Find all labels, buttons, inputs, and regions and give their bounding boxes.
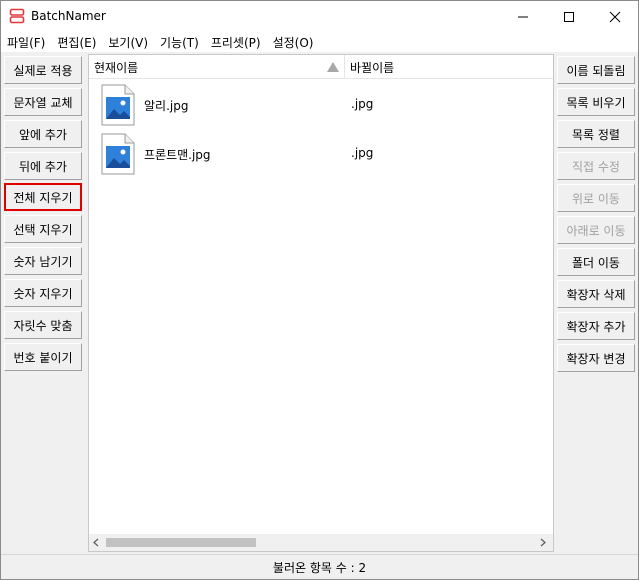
current-name-cell: 프론트맨.jpg [144,148,211,162]
list-header: 현재이름 바뀔이름 [89,55,553,79]
scroll-right-icon[interactable] [539,538,547,547]
edit-directly-button[interactable]: 직접 수정 [557,152,635,180]
replace-string-button[interactable]: 문자열 교체 [4,88,82,116]
maximize-button[interactable] [546,1,592,32]
move-folder-button[interactable]: 폴더 이동 [557,248,635,276]
list-item[interactable]: 프론트맨.jpg .jpg [89,129,553,177]
clear-selection-button[interactable]: 선택 지우기 [4,215,82,243]
add-suffix-button[interactable]: 뒤에 추가 [4,152,82,180]
horizontal-scrollbar[interactable] [89,534,553,551]
scroll-left-icon[interactable] [92,538,100,547]
title-bar[interactable]: BatchNamer [1,1,638,32]
column-new-name[interactable]: 바뀔이름 [350,59,394,76]
status-text: 불러온 항목 수 : 2 [272,560,367,575]
window-title: BatchNamer [31,9,106,23]
file-list[interactable]: 현재이름 바뀔이름 알리.jpg .jpg 프론트맨.jpg .jpg [88,54,554,552]
new-name-cell: .jpg [351,97,374,111]
image-file-icon [101,133,135,175]
menu-settings[interactable]: 설정(O) [273,34,314,51]
app-icon [9,8,25,24]
clear-list-button[interactable]: 목록 비우기 [557,88,635,116]
close-icon [609,11,621,22]
left-button-panel: 실제로 적용 문자열 교체 앞에 추가 뒤에 추가 전체 지우기 선택 지우기 … [2,54,86,552]
maximize-icon [564,11,574,22]
menu-preset[interactable]: 프리셋(P) [211,34,261,51]
menu-function[interactable]: 기능(T) [160,34,199,51]
current-name-cell: 알리.jpg [144,99,189,113]
minimize-button[interactable] [500,1,546,32]
add-prefix-button[interactable]: 앞에 추가 [4,120,82,148]
remove-numbers-button[interactable]: 숫자 지우기 [4,279,82,307]
menu-file[interactable]: 파일(F) [7,34,45,51]
batchnamer-window: BatchNamer 파일(F) 편집(E) 보기(V) 기능(T) 프리셋(P… [0,0,639,580]
revert-names-button[interactable]: 이름 되돌림 [557,56,635,84]
sort-list-button[interactable]: 목록 정렬 [557,120,635,148]
column-current-name[interactable]: 현재이름 [94,59,138,76]
image-file-icon [101,84,135,126]
clear-all-button[interactable]: 전체 지우기 [4,183,82,211]
change-extension-button[interactable]: 확장자 변경 [557,344,635,372]
minimize-icon [518,16,528,17]
add-extension-button[interactable]: 확장자 추가 [557,312,635,340]
move-down-button[interactable]: 아래로 이동 [557,216,635,244]
menu-bar: 파일(F) 편집(E) 보기(V) 기능(T) 프리셋(P) 설정(O) [1,32,638,52]
add-numbering-button[interactable]: 번호 붙이기 [4,343,82,371]
pad-digits-button[interactable]: 자릿수 맞춤 [4,311,82,339]
column-separator[interactable] [344,55,345,79]
right-button-panel: 이름 되돌림 목록 비우기 목록 정렬 직접 수정 위로 이동 아래로 이동 폴… [555,54,638,552]
sort-ascending-icon [327,62,339,72]
new-name-cell: .jpg [351,146,374,160]
menu-edit[interactable]: 편집(E) [57,34,96,51]
apply-button[interactable]: 실제로 적용 [4,56,82,84]
list-item[interactable]: 알리.jpg .jpg [89,80,553,128]
move-up-button[interactable]: 위로 이동 [557,184,635,212]
close-button[interactable] [592,1,638,32]
keep-numbers-button[interactable]: 숫자 남기기 [4,247,82,275]
menu-view[interactable]: 보기(V) [108,34,148,51]
status-bar: 불러온 항목 수 : 2 [1,554,638,579]
scrollbar-thumb[interactable] [106,538,256,547]
delete-extension-button[interactable]: 확장자 삭제 [557,280,635,308]
